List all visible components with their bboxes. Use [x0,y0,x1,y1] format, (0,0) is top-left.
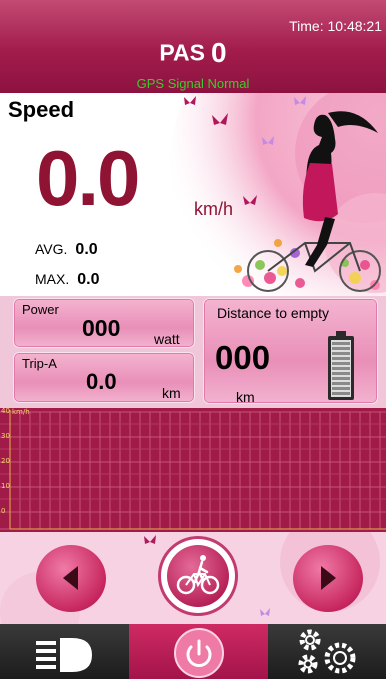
avg-value: 0.0 [75,241,98,258]
pas-level: 0 [211,37,227,68]
range-value: 000 [215,339,271,376]
clock: Time: 10:48:21 [289,18,382,34]
power-icon [174,628,224,678]
decorative-girl-on-bike-image [150,93,386,296]
gears-icon [298,629,356,674]
graph-ytick: 40 [1,408,10,415]
trip-panel[interactable]: Trip-A 0.0 km [13,352,195,403]
trip-value: 0.0 [86,369,117,394]
triangle-right-icon [321,566,336,590]
avg-speed-row: AVG. 0.0 [35,241,98,259]
trip-unit: km [162,385,181,401]
mode-nav [0,532,386,624]
triangle-left-icon [63,566,78,590]
headlight-icon [36,638,92,672]
range-panel: Distance to empty 000 km [203,298,378,405]
stats-panels: Power 000 watt Trip-A 0.0 km Distance to… [0,296,386,408]
max-speed-row: MAX. 0.0 [35,271,99,289]
bottom-toolbar [0,624,386,679]
battery-icon [328,331,354,400]
graph-ytick: 20 [1,457,10,465]
speed-value: 0.0 [36,134,140,222]
power-panel: Power 000 watt [13,298,195,348]
avg-label: AVG. [35,241,68,257]
power-label: Power [22,302,59,317]
speed-title: Speed [8,97,75,122]
settings-button[interactable] [268,624,386,679]
app: Time: 10:48:21 PAS 0 GPS Signal Normal S… [0,0,386,679]
pas-label: PAS [159,39,205,66]
walk-bike-icon [176,555,220,595]
headlight-button[interactable] [0,624,129,679]
speed-history-graph: km/h 40 30 20 10 0 [0,408,386,532]
range-unit: km [236,389,255,405]
power-value: 000 [82,315,121,341]
max-value: 0.0 [77,271,100,288]
header-bar: Time: 10:48:21 PAS 0 GPS Signal Normal [0,0,386,93]
trip-label: Trip-A [22,356,57,371]
graph-unit: km/h [12,408,30,416]
gps-status: GPS Signal Normal [136,76,250,91]
power-unit: watt [154,331,180,347]
walk-assist-button[interactable] [161,539,235,613]
range-label: Distance to empty [217,305,330,321]
graph-ytick: 30 [1,432,10,440]
power-button[interactable] [129,624,268,679]
pas-indicator[interactable]: PAS 0 [0,37,386,69]
prev-mode-button[interactable] [36,545,106,612]
graph-ytick: 10 [1,482,10,490]
speed-panel: Speed 0.0 km/h AVG. 0.0 MAX. 0.0 [0,93,386,296]
next-mode-button[interactable] [293,545,363,612]
graph-ytick: 0 [1,507,5,515]
max-label: MAX. [35,271,70,287]
speed-unit: km/h [194,199,234,219]
